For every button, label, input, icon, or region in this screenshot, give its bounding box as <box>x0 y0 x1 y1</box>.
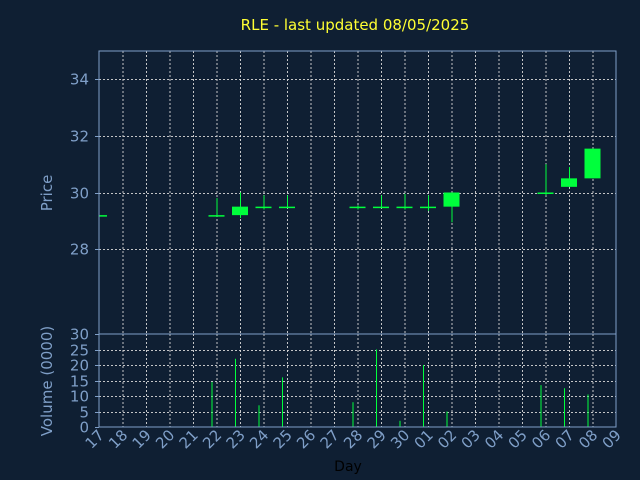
candle-body <box>443 192 460 207</box>
volume-bar <box>235 358 236 427</box>
candle-body <box>561 178 577 187</box>
price-y-tick-label: 32 <box>70 128 89 146</box>
volume-bar <box>587 394 589 427</box>
volume-bar <box>258 405 260 427</box>
volume-y-tick-label: 15 <box>70 373 89 391</box>
x-axis-label: Day <box>334 459 362 475</box>
price-y-tick-label: 34 <box>70 71 89 89</box>
candle-body <box>208 215 225 217</box>
price-y-tick-label: 28 <box>70 241 89 259</box>
volume-bar <box>211 382 213 427</box>
candle-body <box>396 206 413 209</box>
volume-bar <box>564 388 565 427</box>
volume-y-tick-label: 25 <box>70 342 89 360</box>
price-ylabel: Price <box>38 175 56 212</box>
price-y-tick-label: 30 <box>70 185 89 203</box>
volume-y-tick-label: 5 <box>79 404 89 422</box>
volume-bar <box>540 385 542 427</box>
volume-bar <box>446 411 448 427</box>
candle-body <box>255 206 272 209</box>
candle-body <box>584 148 601 179</box>
volume-bar <box>376 349 377 427</box>
candle-body <box>232 206 248 216</box>
volume-y-tick-label: 30 <box>70 326 89 344</box>
candle-body <box>373 206 389 209</box>
candle-body <box>99 215 107 217</box>
candle-body <box>420 206 436 209</box>
volume-ylabel: Volume (0000) <box>38 326 56 436</box>
candle-body <box>279 206 295 209</box>
chart-background <box>0 0 640 480</box>
candle-body <box>537 192 554 194</box>
x-axis-ticks: 1718192021222324252627282930010203040506… <box>82 426 625 452</box>
candle-body <box>349 206 366 209</box>
volume-bar <box>282 377 283 427</box>
volume-bar <box>352 402 354 427</box>
chart: RLE - last updated 08/05/2025 28 30 32 34 P… <box>0 0 640 480</box>
chart-title: RLE - last updated 08/05/2025 <box>241 16 470 34</box>
volume-bar <box>423 365 424 427</box>
